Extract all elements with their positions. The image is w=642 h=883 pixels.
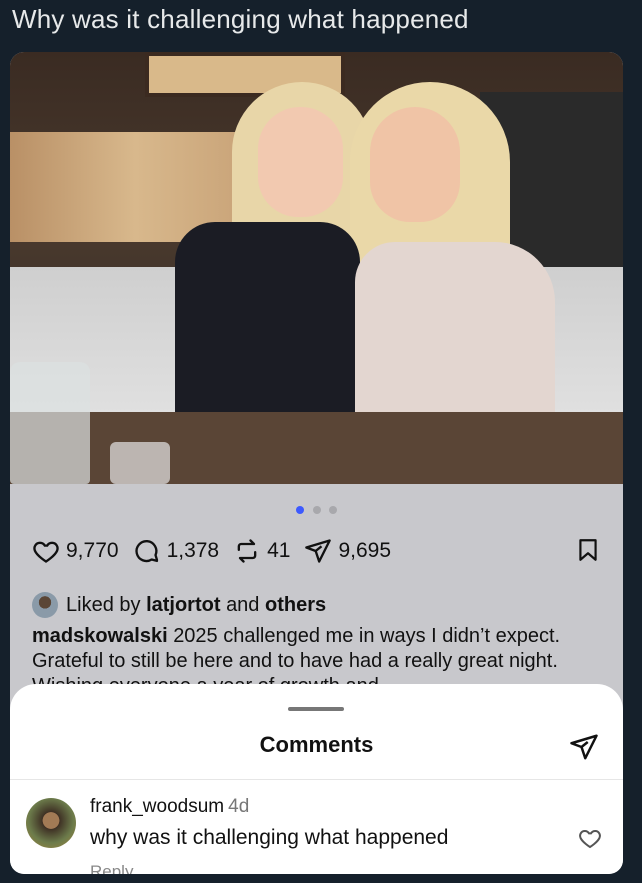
send-icon [570,734,598,760]
liked-by: Liked by latjortot and others [32,592,326,618]
divider [10,779,623,780]
comments-sheet: Comments frank_woodsum 4d why was it chal… [10,684,623,874]
comment-icon [134,540,158,563]
repost-button[interactable]: 41 [233,537,290,565]
comment-username[interactable]: frank_woodsum [90,796,224,817]
reply-button[interactable]: Reply [90,862,133,874]
bookmark-icon [579,539,597,561]
share-count: 9,695 [338,539,392,562]
comment-text: why was it challenging what happened [90,826,449,849]
liked-by-others-link[interactable]: others [265,594,326,617]
carousel-dot [328,506,337,514]
save-button[interactable] [575,536,601,569]
like-count: 9,770 [66,539,119,562]
comments-title: Comments [259,732,374,757]
heart-icon [579,829,601,849]
carousel-dot-active [296,506,305,514]
comment-count: 1,378 [166,539,220,562]
tweet-text: Why was it challenging what happened [12,4,469,34]
liker-username[interactable]: latjortot [146,594,220,617]
carousel-dot [312,506,321,514]
repost-count: 41 [267,539,291,562]
comment-user: frank_woodsum 4d [90,796,249,818]
send-icon [305,539,332,563]
share-comments-button[interactable] [569,732,599,767]
like-button[interactable]: 9,770 [32,537,119,565]
post-caption: madskowalski 2025 challenged me in ways … [32,624,602,686]
comment-item: frank_woodsum 4d why was it challenging w… [26,796,616,874]
share-button[interactable]: 9,695 [304,537,391,565]
post-actions: 9,770 1,378 41 9,695 [32,536,607,566]
post-screenshot: 9,770 1,378 41 9,695 Liked by latjortot … [10,52,623,874]
avatar[interactable] [26,798,76,848]
liker-avatar [32,592,58,618]
heart-icon [33,541,59,563]
comment-button[interactable]: 1,378 [133,537,220,565]
carousel-dots [10,501,623,519]
comment-time: 4d [228,796,250,817]
drag-handle[interactable] [288,707,344,711]
comment-like-button[interactable] [578,826,602,855]
repost-icon [237,539,257,563]
post-photo[interactable] [10,52,623,484]
caption-username[interactable]: madskowalski [32,625,168,647]
